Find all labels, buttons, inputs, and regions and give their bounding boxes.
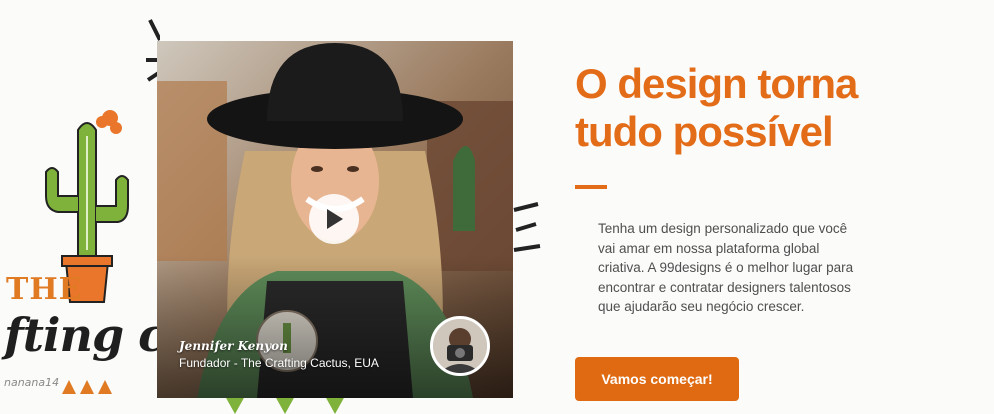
hero-heading: O design torna tudo possível [575, 60, 905, 156]
heading-divider [575, 185, 607, 189]
artwork-credit: nanana14 [4, 376, 60, 389]
hero-heading-line1: O design torna [575, 60, 858, 107]
testimonial-role: Fundador - The Crafting Cactus, EUA [179, 356, 379, 370]
avatar-image [433, 319, 487, 373]
testimonial-video[interactable]: Jennifer Kenyon Fundador - The Crafting … [157, 41, 513, 398]
designer-avatar [430, 316, 490, 376]
artwork-brand-bottom: fting cac [4, 308, 160, 362]
play-button[interactable] [309, 194, 359, 244]
leaf-decoration [225, 396, 345, 414]
get-started-button[interactable]: Vamos começar! [575, 357, 739, 401]
triangles-decoration [62, 380, 112, 394]
scribble-decoration [513, 202, 541, 252]
hero-description: Tenha um design personalizado que você v… [598, 221, 854, 315]
hero-heading-line2: tudo possível [575, 108, 834, 155]
background-artwork: THE fting cac nanana14 [0, 0, 160, 414]
play-icon [327, 209, 343, 229]
artwork-brand-top: THE [6, 272, 83, 307]
testimonial-name: Jennifer Kenyon [179, 339, 288, 353]
